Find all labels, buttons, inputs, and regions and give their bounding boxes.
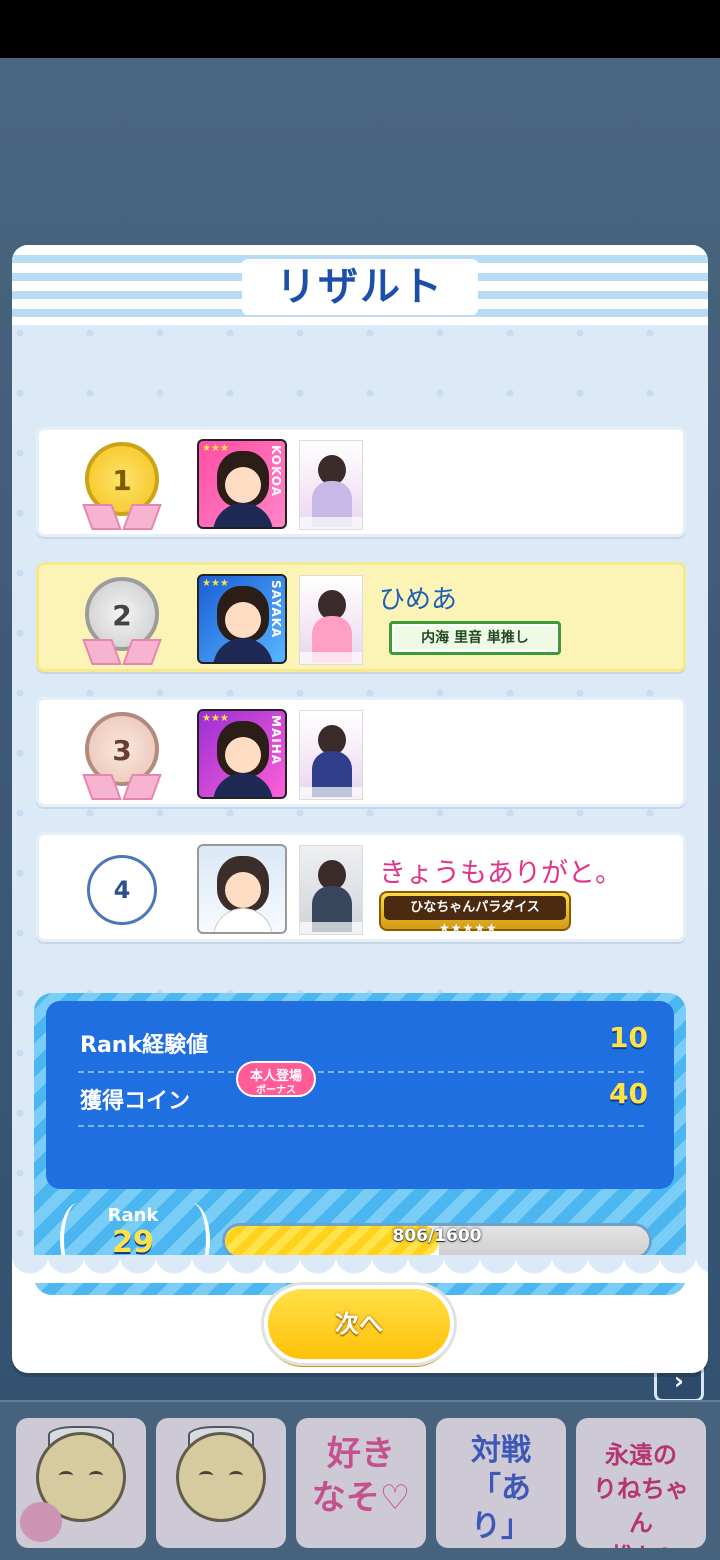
bonus-label: 本人登場 (249, 1069, 302, 1084)
status-bar (0, 0, 720, 58)
avatar-name: MAIHA (269, 715, 283, 766)
coin-value: 40 (609, 1077, 648, 1110)
rarity-stars-icon: ★★★ (202, 713, 229, 724)
player-avatar[interactable]: ★★★ KOKOA (197, 439, 287, 529)
bonus-sub: ボーナス (256, 1085, 296, 1096)
xp-text: 806/1600 (392, 1226, 482, 1246)
avatar-name: KOKOA (269, 445, 283, 497)
stats-panel: Rank経験値 10 獲得コイン 本人登場 ボーナス 40 Rank 29 80… (34, 993, 686, 1295)
player-avatar[interactable] (197, 844, 287, 934)
title-badge-label: ひなちゃんパラダイス (384, 896, 566, 920)
stamp-oshi[interactable]: 永遠の りねちゃん 推し! (576, 1418, 706, 1548)
member-card[interactable] (299, 710, 363, 800)
pompom-icon (20, 1502, 62, 1542)
title-badge: ひなちゃんパラダイス ★★★★★ (379, 891, 571, 935)
rank-exp-label: Rank経験値 (80, 1033, 209, 1058)
player-name: ひめあ (379, 585, 458, 615)
result-row-1: 1 ★★★ KOKOA (36, 427, 686, 537)
stats-inner: Rank経験値 10 獲得コイン 本人登場 ボーナス 40 (46, 1001, 674, 1189)
character-face-icon (176, 1432, 266, 1522)
member-card[interactable] (299, 845, 363, 935)
avatar-name: SAYAKA (269, 580, 283, 639)
modal-header: リザルト (12, 245, 708, 325)
player-avatar[interactable]: ★★★ MAIHA (197, 709, 287, 799)
rarity-stars-icon: ★★★ (202, 443, 229, 454)
coin-label: 獲得コイン (80, 1089, 191, 1114)
modal-body: 1 ★★★ KOKOA 2 ★★★ SAYAKA ひめあ 内海 里音 単推し 3… (12, 325, 708, 1295)
member-card[interactable] (299, 440, 363, 530)
oshi-tag: 内海 里音 単推し (389, 621, 561, 655)
stamp-text: 好き なそ♡ (311, 1434, 411, 1518)
member-card[interactable] (299, 575, 363, 665)
xp-progress-bar: 806/1600 (222, 1223, 652, 1259)
stamp-cry[interactable] (156, 1418, 286, 1548)
player-avatar[interactable]: ★★★ SAYAKA (197, 574, 287, 664)
rank-badge: 4 (87, 855, 157, 925)
player-name: きょうもありがと。 (379, 858, 622, 889)
wave-divider (12, 1255, 708, 1283)
result-modal: リザルト 1 ★★★ KOKOA 2 ★★★ SAYAKA ひめあ 内海 里音 … (12, 245, 708, 1373)
rank-exp-value: 10 (609, 1021, 648, 1054)
bonus-badge: 本人登場 ボーナス (236, 1061, 316, 1097)
rarity-stars-icon: ★★★ (202, 578, 229, 589)
result-row-2: 2 ★★★ SAYAKA ひめあ 内海 里音 単推し (36, 562, 686, 672)
result-row-4: 4 きょうもありがと。 ひなちゃんパラダイス ★★★★★ (36, 832, 686, 942)
stamp-suki[interactable]: 好き なそ♡ (296, 1418, 426, 1548)
title-stars-icon: ★★★★★ (439, 921, 498, 935)
rank-label: Rank (107, 1205, 159, 1226)
divider (78, 1125, 644, 1127)
result-row-3: 3 ★★★ MAIHA (36, 697, 686, 807)
divider (78, 1071, 644, 1073)
title-plate: リザルト (242, 259, 478, 315)
stamp-cheer[interactable] (16, 1418, 146, 1548)
stamp-text: 対戦 「あり」 がとう♡ (456, 1433, 546, 1548)
stamp-text: 永遠の りねちゃん 推し! (593, 1441, 689, 1548)
stamp-arigatou[interactable]: 対戦 「あり」 がとう♡ (436, 1418, 566, 1548)
modal-title: リザルト (276, 264, 444, 310)
next-button[interactable]: 次へ (264, 1285, 454, 1363)
